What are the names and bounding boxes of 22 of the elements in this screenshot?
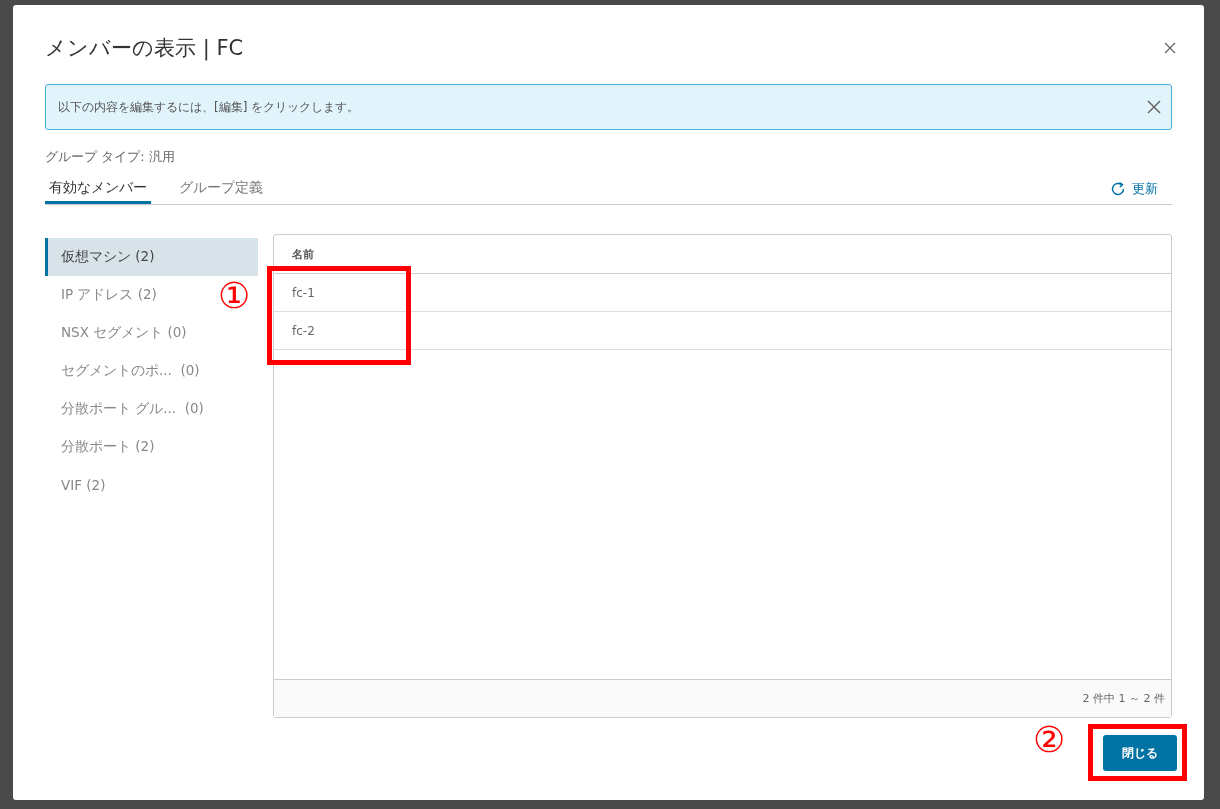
close-icon[interactable] [1147, 100, 1161, 114]
close-icon[interactable] [1164, 42, 1176, 54]
sidebar-item[interactable]: 分散ポート グル... (0) [45, 390, 258, 428]
tab[interactable]: グループ定義 [175, 174, 267, 204]
callout-number: ② [1033, 722, 1066, 758]
refresh-button[interactable]: 更新 [1110, 174, 1172, 204]
column-header: 名前 [292, 246, 314, 262]
table-cell: fc-2 [292, 323, 315, 338]
dialog-title: メンバーの表示 | FC [45, 35, 244, 62]
tab[interactable]: 有効なメンバー [45, 174, 151, 204]
table-cell: fc-1 [292, 285, 315, 300]
sidebar-item[interactable]: 分散ポート (2) [45, 428, 258, 466]
sidebar-item[interactable]: セグメントのポ... (0) [45, 352, 258, 390]
callout-number: ① [218, 278, 251, 314]
banner-text: 以下の内容を編集するには、[編集] をクリックします。 [58, 98, 360, 116]
refresh-icon [1110, 181, 1126, 197]
group-type-text: グループ タイプ: 汎用 [45, 148, 176, 166]
sidebar-item[interactable]: VIF (2) [45, 466, 258, 504]
sidebar-item[interactable]: NSX セグメント (0) [45, 314, 258, 352]
close-button[interactable]: 閉じる [1103, 735, 1177, 771]
pagination-text: 2 件中 1 ～ 2 件 [1082, 691, 1165, 706]
sidebar-item[interactable]: 仮想マシン (2) [45, 238, 258, 276]
